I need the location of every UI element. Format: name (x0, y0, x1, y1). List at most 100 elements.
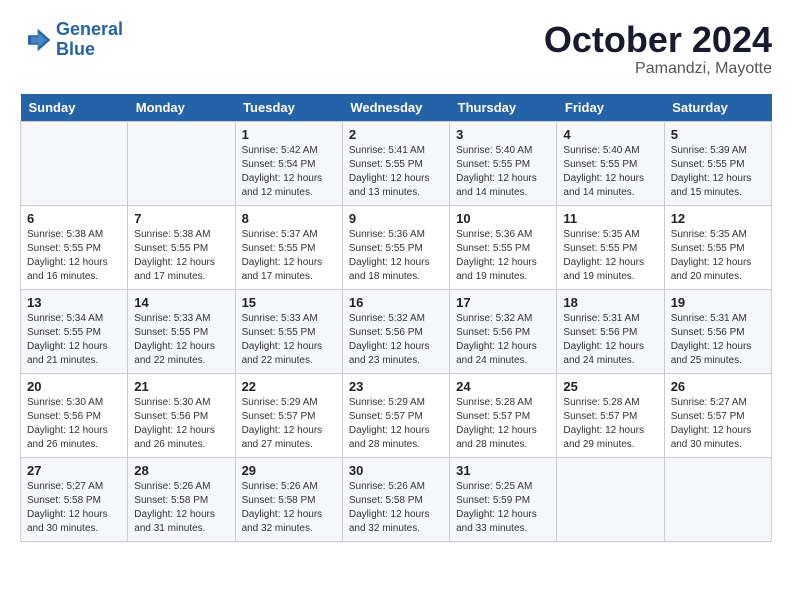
cell-info: Sunrise: 5:32 AM Sunset: 5:56 PM Dayligh… (456, 312, 550, 368)
calendar-cell: 10Sunrise: 5:36 AM Sunset: 5:55 PM Dayli… (450, 205, 557, 289)
day-number: 4 (563, 127, 657, 142)
calendar-table: SundayMondayTuesdayWednesdayThursdayFrid… (20, 94, 772, 542)
day-number: 27 (27, 463, 121, 478)
day-number: 8 (242, 211, 336, 226)
weekday-header-row: SundayMondayTuesdayWednesdayThursdayFrid… (21, 94, 772, 122)
calendar-cell: 12 Sunrise: 5:35 AM Sunset: 5:55 PM Dayli… (664, 205, 771, 289)
day-number: 13 (27, 295, 121, 310)
cell-info: Sunrise: 5:33 AM Sunset: 5:55 PM Dayligh… (242, 312, 336, 368)
weekday-header-saturday: Saturday (664, 94, 771, 122)
calendar-cell: 19Sunrise: 5:31 AM Sunset: 5:56 PM Dayli… (664, 289, 771, 373)
calendar-cell (557, 457, 664, 541)
calendar-cell: 29 Sunrise: 5:26 AM Sunset: 5:58 PM Dayli… (235, 457, 342, 541)
day-number: 6 (27, 211, 121, 226)
logo-text: General Blue (56, 20, 123, 60)
calendar-body: 1Sunrise: 5:42 AM Sunset: 5:54 PM Daylig… (21, 121, 772, 541)
day-number: 30 (349, 463, 443, 478)
calendar-cell: 8 Sunrise: 5:37 AM Sunset: 5:55 PM Daylig… (235, 205, 342, 289)
calendar-cell (128, 121, 235, 205)
cell-info: Sunrise: 5:36 AM Sunset: 5:55 PM Dayligh… (349, 228, 443, 284)
day-number: 24 (456, 379, 550, 394)
calendar-cell: 5Sunrise: 5:39 AM Sunset: 5:55 PM Daylig… (664, 121, 771, 205)
calendar-cell (664, 457, 771, 541)
calendar-cell: 21 Sunrise: 5:30 AM Sunset: 5:56 PM Dayli… (128, 373, 235, 457)
cell-info: Sunrise: 5:40 AM Sunset: 5:55 PM Dayligh… (456, 144, 550, 200)
calendar-header: SundayMondayTuesdayWednesdayThursdayFrid… (21, 94, 772, 122)
day-number: 9 (349, 211, 443, 226)
day-number: 12 (671, 211, 765, 226)
day-number: 20 (27, 379, 121, 394)
day-number: 22 (242, 379, 336, 394)
cell-info: Sunrise: 5:32 AM Sunset: 5:56 PM Dayligh… (349, 312, 443, 368)
calendar-week-4: 20 Sunrise: 5:30 AM Sunset: 5:56 PM Dayli… (21, 373, 772, 457)
cell-info: Sunrise: 5:30 AM Sunset: 5:56 PM Dayligh… (27, 396, 121, 452)
calendar-cell: 3 Sunrise: 5:40 AM Sunset: 5:55 PM Daylig… (450, 121, 557, 205)
calendar-cell: 11Sunrise: 5:35 AM Sunset: 5:55 PM Dayli… (557, 205, 664, 289)
day-number: 26 (671, 379, 765, 394)
day-number: 23 (349, 379, 443, 394)
calendar-cell: 17 Sunrise: 5:32 AM Sunset: 5:56 PM Dayli… (450, 289, 557, 373)
logo-line1: General (56, 19, 123, 39)
weekday-header-thursday: Thursday (450, 94, 557, 122)
calendar-cell: 30 Sunrise: 5:26 AM Sunset: 5:58 PM Dayli… (342, 457, 449, 541)
weekday-header-wednesday: Wednesday (342, 94, 449, 122)
title-block: October 2024 Pamandzi, Mayotte (544, 20, 772, 78)
day-number: 21 (134, 379, 228, 394)
day-number: 31 (456, 463, 550, 478)
calendar-cell: 4 Sunrise: 5:40 AM Sunset: 5:55 PM Daylig… (557, 121, 664, 205)
page-header: General Blue October 2024 Pamandzi, Mayo… (20, 20, 772, 78)
day-number: 17 (456, 295, 550, 310)
day-number: 28 (134, 463, 228, 478)
calendar-cell: 22Sunrise: 5:29 AM Sunset: 5:57 PM Dayli… (235, 373, 342, 457)
day-number: 25 (563, 379, 657, 394)
cell-info: Sunrise: 5:35 AM Sunset: 5:55 PM Dayligh… (671, 228, 765, 284)
cell-info: Sunrise: 5:26 AM Sunset: 5:58 PM Dayligh… (242, 480, 336, 536)
cell-info: Sunrise: 5:29 AM Sunset: 5:57 PM Dayligh… (349, 396, 443, 452)
cell-info: Sunrise: 5:31 AM Sunset: 5:56 PM Dayligh… (563, 312, 657, 368)
day-number: 29 (242, 463, 336, 478)
cell-info: Sunrise: 5:26 AM Sunset: 5:58 PM Dayligh… (134, 480, 228, 536)
day-number: 15 (242, 295, 336, 310)
calendar-cell: 13Sunrise: 5:34 AM Sunset: 5:55 PM Dayli… (21, 289, 128, 373)
day-number: 19 (671, 295, 765, 310)
cell-info: Sunrise: 5:37 AM Sunset: 5:55 PM Dayligh… (242, 228, 336, 284)
cell-info: Sunrise: 5:30 AM Sunset: 5:56 PM Dayligh… (134, 396, 228, 452)
calendar-week-1: 1Sunrise: 5:42 AM Sunset: 5:54 PM Daylig… (21, 121, 772, 205)
day-number: 16 (349, 295, 443, 310)
cell-info: Sunrise: 5:35 AM Sunset: 5:55 PM Dayligh… (563, 228, 657, 284)
cell-info: Sunrise: 5:36 AM Sunset: 5:55 PM Dayligh… (456, 228, 550, 284)
calendar-cell: 9 Sunrise: 5:36 AM Sunset: 5:55 PM Daylig… (342, 205, 449, 289)
day-number: 2 (349, 127, 443, 142)
cell-info: Sunrise: 5:25 AM Sunset: 5:59 PM Dayligh… (456, 480, 550, 536)
calendar-cell: 2Sunrise: 5:41 AM Sunset: 5:55 PM Daylig… (342, 121, 449, 205)
cell-info: Sunrise: 5:26 AM Sunset: 5:58 PM Dayligh… (349, 480, 443, 536)
cell-info: Sunrise: 5:27 AM Sunset: 5:57 PM Dayligh… (671, 396, 765, 452)
cell-info: Sunrise: 5:28 AM Sunset: 5:57 PM Dayligh… (456, 396, 550, 452)
cell-info: Sunrise: 5:40 AM Sunset: 5:55 PM Dayligh… (563, 144, 657, 200)
calendar-cell: 24 Sunrise: 5:28 AM Sunset: 5:57 PM Dayli… (450, 373, 557, 457)
cell-info: Sunrise: 5:39 AM Sunset: 5:55 PM Dayligh… (671, 144, 765, 200)
weekday-header-tuesday: Tuesday (235, 94, 342, 122)
logo-line2: Blue (56, 39, 95, 59)
cell-info: Sunrise: 5:38 AM Sunset: 5:55 PM Dayligh… (134, 228, 228, 284)
logo: General Blue (20, 20, 123, 60)
month-title: October 2024 (544, 20, 772, 60)
day-number: 18 (563, 295, 657, 310)
calendar-cell: 31 Sunrise: 5:25 AM Sunset: 5:59 PM Dayli… (450, 457, 557, 541)
logo-icon (20, 24, 52, 56)
calendar-cell: 7 Sunrise: 5:38 AM Sunset: 5:55 PM Daylig… (128, 205, 235, 289)
calendar-cell: 27 Sunrise: 5:27 AM Sunset: 5:58 PM Dayli… (21, 457, 128, 541)
cell-info: Sunrise: 5:33 AM Sunset: 5:55 PM Dayligh… (134, 312, 228, 368)
calendar-cell: 20 Sunrise: 5:30 AM Sunset: 5:56 PM Dayli… (21, 373, 128, 457)
calendar-cell: 28 Sunrise: 5:26 AM Sunset: 5:58 PM Dayli… (128, 457, 235, 541)
location-subtitle: Pamandzi, Mayotte (544, 60, 772, 78)
day-number: 7 (134, 211, 228, 226)
calendar-cell: 23 Sunrise: 5:29 AM Sunset: 5:57 PM Dayli… (342, 373, 449, 457)
day-number: 3 (456, 127, 550, 142)
cell-info: Sunrise: 5:38 AM Sunset: 5:55 PM Dayligh… (27, 228, 121, 284)
day-number: 14 (134, 295, 228, 310)
day-number: 1 (242, 127, 336, 142)
cell-info: Sunrise: 5:27 AM Sunset: 5:58 PM Dayligh… (27, 480, 121, 536)
calendar-week-2: 6 Sunrise: 5:38 AM Sunset: 5:55 PM Daylig… (21, 205, 772, 289)
calendar-week-5: 27 Sunrise: 5:27 AM Sunset: 5:58 PM Dayli… (21, 457, 772, 541)
